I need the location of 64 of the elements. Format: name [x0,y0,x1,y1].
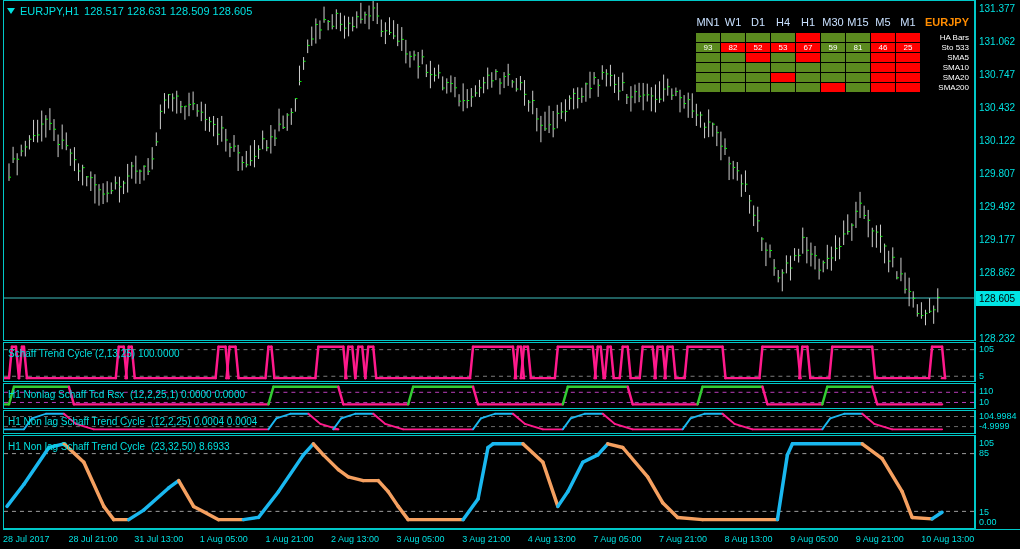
signal-cell: 59 [821,42,845,52]
time-axis-label: 7 Aug 21:00 [658,533,708,546]
price-axis-label: 129.492 [979,199,1016,214]
signal-row-label: SMA200 [937,82,969,92]
price-axis-label: 130.122 [979,133,1016,148]
indicator-axis-label: 104.9984 [979,411,1017,421]
timeframe-header: M5 [874,15,892,30]
time-axis-label: 28 Jul 21:00 [68,533,119,546]
chart-symbol: EURJPY,H1 [20,4,80,19]
price-axis-label: 130.432 [979,101,1016,116]
time-axis-label: 31 Jul 13:00 [134,533,185,546]
timeframe-header: H1 [799,15,817,30]
time-axis-label: 28 Jul 2017 [3,533,51,546]
signal-row-label: SMA10 [941,62,969,72]
signal-row-label: HA Bars [938,32,969,42]
indicator-axis-label: 5 [979,371,984,381]
signal-row-label: Sto 533 [940,42,969,52]
price-axis-label: 128.232 [979,331,1016,346]
price-axis-label: 131.062 [979,35,1016,49]
timeframe-header: M15 [846,15,870,30]
ohlc-prices: 128.517 128.631 128.509 128.605 [84,4,253,19]
time-axis-label: 2 Aug 13:00 [330,533,380,546]
indicator-axis-label: 85 [979,448,989,458]
indicator-axis-label: 105 [979,344,995,354]
timeframe-header: D1 [749,15,767,30]
time-axis-label: 1 Aug 21:00 [265,533,315,546]
dashboard-symbol: EURJPY [923,15,969,30]
timeframe-header: W1 [723,15,743,30]
time-axis-label: 1 Aug 05:00 [199,533,249,546]
indicator-axis-label: -4.9999 [979,421,1010,431]
indicator-axis-label: 0.00 [979,517,997,527]
time-axis-label: 3 Aug 05:00 [396,533,446,546]
price-axis-label: 130.747 [979,68,1016,82]
indicator-axis-label: 15 [979,507,989,517]
indicator-axis-label: 105 [979,438,995,448]
price-axis-label: 131.377 [979,2,1016,16]
indicator-axis-label: 10 [979,397,989,407]
price-axis-label: 129.177 [979,232,1016,247]
signal-cell: 93 [696,42,720,52]
time-axis-label: 3 Aug 21:00 [462,533,512,546]
signal-cell: 67 [796,42,820,52]
signal-cell: 82 [721,42,745,52]
time-axis-label: 9 Aug 21:00 [855,533,905,546]
signal-cell: 81 [846,42,870,52]
timeframe-header: M30 [821,15,845,30]
time-axis-label: 9 Aug 05:00 [790,533,840,546]
time-axis-label: 4 Aug 13:00 [527,533,577,546]
collapse-triangle-icon[interactable] [7,8,15,15]
timeframe-header: M1 [899,15,917,30]
time-axis-label: 8 Aug 13:00 [724,533,774,546]
signal-cell: 52 [746,42,770,52]
timeframe-header: H4 [774,15,792,30]
time-axis-label: 7 Aug 05:00 [593,533,643,546]
signal-cell: 53 [771,42,795,52]
time-axis-label: 10 Aug 13:00 [921,533,976,546]
indicator-axis-label: 110 [979,386,994,396]
price-axis-label: 129.807 [979,166,1016,181]
signal-cell: 46 [871,42,895,52]
signal-row-label: SMA5 [946,52,969,62]
price-axis-label: 128.862 [979,265,1016,280]
signal-row-label: SMA20 [941,72,969,82]
current-price-label: 128.605 [976,291,1020,306]
signal-cell: 25 [896,42,920,52]
timeframe-header: MN1 [696,15,720,30]
